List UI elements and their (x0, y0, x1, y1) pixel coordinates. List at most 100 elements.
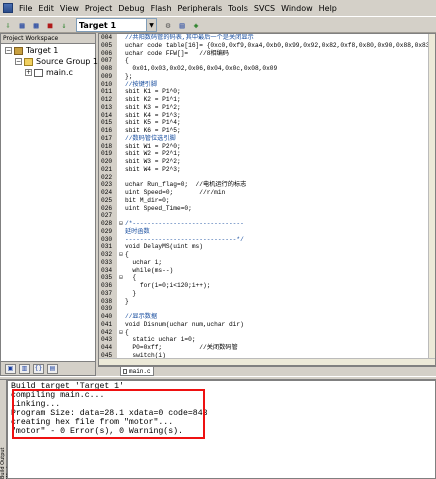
tree-item-label: main.c (46, 68, 73, 77)
fold-marker-icon[interactable] (117, 112, 125, 120)
menu-flash[interactable]: Flash (148, 4, 175, 13)
fold-marker-icon[interactable] (117, 267, 125, 275)
download-icon[interactable]: ⇓ (58, 19, 70, 31)
tab-main-c[interactable]: main.c (120, 367, 154, 376)
target-select[interactable]: Target 1 ▼ (76, 18, 157, 32)
code-line: 036 for(i=0;i<120;i++); (99, 282, 435, 290)
fold-marker-icon[interactable] (117, 127, 125, 135)
fold-marker-icon[interactable] (117, 50, 125, 58)
fold-marker-icon[interactable] (117, 282, 125, 290)
menu-help[interactable]: Help (316, 4, 340, 13)
line-text: sbit K5 = P1^4; (125, 119, 181, 127)
fold-marker-icon[interactable]: ⊟ (117, 251, 125, 259)
vertical-scrollbar[interactable] (428, 34, 435, 365)
fold-marker-icon[interactable] (117, 243, 125, 251)
line-text: void Disnum(uchar num,uchar dir) (125, 320, 244, 328)
fold-marker-icon[interactable] (117, 96, 125, 104)
file-extensions-icon[interactable]: ◈ (190, 19, 202, 31)
fold-marker-icon[interactable] (117, 135, 125, 143)
fold-marker-icon[interactable] (117, 143, 125, 151)
fold-marker-icon[interactable] (117, 42, 125, 50)
line-number: 021 (101, 165, 113, 173)
fold-marker-icon[interactable] (117, 205, 125, 213)
collapse-icon[interactable]: − (5, 47, 12, 54)
fold-marker-icon[interactable] (117, 298, 125, 306)
output-window-title-bar: Build Output Window (0, 380, 12, 479)
project-tab-icon[interactable]: ▣ (5, 363, 16, 374)
fold-marker-icon[interactable] (117, 34, 125, 42)
menu-tools[interactable]: Tools (225, 4, 251, 13)
code-line: 011 sbit K1 = P1^0; (99, 88, 435, 96)
menu-peripherals[interactable]: Peripherals (175, 4, 226, 13)
output-line: "motor" - 0 Error(s), 0 Warning(s). (11, 427, 183, 436)
fold-marker-icon[interactable] (117, 73, 125, 81)
line-text: ------------------------------*/ (125, 235, 244, 243)
code-line: 044 P0=0xff; //关闭数码管 (99, 344, 435, 352)
expand-icon[interactable]: + (25, 69, 32, 76)
code-line: 030 ------------------------------*/ (99, 236, 435, 244)
fold-marker-icon[interactable]: ⊟ (117, 274, 125, 282)
line-number: 040 (101, 313, 113, 320)
target-options-icon[interactable]: ⚙ (162, 19, 174, 31)
fold-marker-icon[interactable] (117, 212, 125, 220)
code-line: 042 ⊟{ (99, 329, 435, 337)
line-text: sbit W2 = P2^1; (125, 150, 181, 158)
fold-marker-icon[interactable] (117, 313, 125, 321)
tree-item-main-c[interactable]: + main.c (25, 67, 73, 78)
menu-edit[interactable]: Edit (35, 4, 57, 13)
line-number: 031 (101, 243, 113, 251)
code-line: 040 //显示数据 (99, 313, 435, 321)
tree-item-target[interactable]: − Target 1 (5, 45, 58, 56)
fold-marker-icon[interactable] (117, 228, 125, 236)
fold-marker-icon[interactable] (117, 81, 125, 89)
fold-marker-icon[interactable] (117, 57, 125, 65)
fold-marker-icon[interactable]: ⊟ (117, 329, 125, 337)
menu-svcs[interactable]: SVCS (251, 4, 278, 13)
fold-marker-icon[interactable] (117, 305, 125, 313)
output-line: Program Size: data=28.1 xdata=0 code=843 (11, 409, 208, 418)
fold-marker-icon[interactable] (117, 104, 125, 112)
menu-project[interactable]: Project (82, 4, 115, 13)
collapse-icon[interactable]: − (15, 58, 22, 65)
horizontal-scrollbar[interactable] (99, 358, 435, 365)
fold-marker-icon[interactable] (117, 166, 125, 174)
workspace-tabs: ▣ ▥ {} ▤ (1, 361, 95, 375)
fold-marker-icon[interactable] (117, 336, 125, 344)
code-line: 033 uchar i; (99, 259, 435, 267)
line-number: 017 (101, 134, 113, 142)
components-icon[interactable]: ▤ (176, 19, 188, 31)
fold-marker-icon[interactable] (117, 236, 125, 244)
books-tab-icon[interactable]: ▥ (19, 363, 30, 374)
fold-marker-icon[interactable] (117, 189, 125, 197)
templates-tab-icon[interactable]: ▤ (47, 363, 58, 374)
fold-marker-icon[interactable] (117, 150, 125, 158)
build-icon[interactable]: ▦ (16, 19, 28, 31)
app-icon[interactable] (3, 3, 13, 13)
fold-marker-icon[interactable] (117, 197, 125, 205)
translate-icon[interactable]: ⇩ (2, 19, 14, 31)
menu-debug[interactable]: Debug (115, 4, 147, 13)
menu-window[interactable]: Window (278, 4, 316, 13)
fold-marker-icon[interactable] (117, 88, 125, 96)
line-number: 025 (101, 196, 113, 204)
chevron-down-icon[interactable]: ▼ (146, 19, 156, 31)
fold-marker-icon[interactable] (117, 174, 125, 182)
functions-tab-icon[interactable]: {} (33, 363, 44, 374)
fold-marker-icon[interactable] (117, 119, 125, 127)
fold-marker-icon[interactable]: ⊟ (117, 220, 125, 228)
line-text: //共阳数码管的码表,其中最后一个是关闭显示 (125, 34, 254, 41)
fold-marker-icon[interactable] (117, 65, 125, 73)
stop-build-icon[interactable]: ■ (44, 19, 56, 31)
line-text: P0=0xff; //关闭数码管 (125, 344, 238, 351)
fold-marker-icon[interactable] (117, 181, 125, 189)
rebuild-icon[interactable]: ▩ (30, 19, 42, 31)
fold-marker-icon[interactable] (117, 290, 125, 298)
fold-marker-icon[interactable] (117, 321, 125, 329)
menu-view[interactable]: View (57, 4, 82, 13)
fold-marker-icon[interactable] (117, 259, 125, 267)
tree-item-source-group[interactable]: − Source Group 1 (15, 56, 98, 67)
fold-marker-icon[interactable] (117, 158, 125, 166)
fold-marker-icon[interactable] (117, 344, 125, 352)
menu-file[interactable]: File (16, 4, 35, 13)
code-editor[interactable]: 004 //共阳数码管的码表,其中最后一个是关闭显示 005 uchar code t… (98, 33, 436, 366)
